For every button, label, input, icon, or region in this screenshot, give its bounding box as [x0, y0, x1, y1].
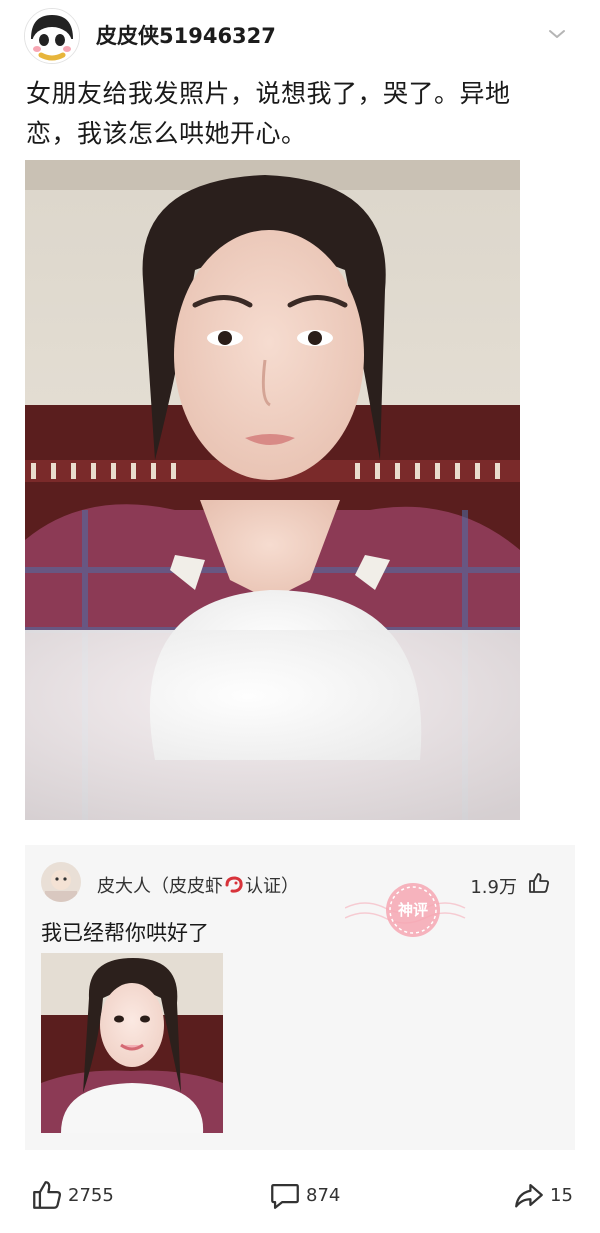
commenter-name-main: 皮大人 [97, 876, 151, 897]
comment-photo[interactable] [41, 953, 223, 1133]
share-count: 15 [550, 1184, 573, 1206]
god-comment-stamp-icon: 神评 [344, 883, 466, 937]
chevron-down-icon[interactable] [545, 22, 569, 46]
like-count: 2755 [68, 1184, 114, 1206]
author-avatar[interactable] [24, 8, 80, 64]
comment-count: 874 [306, 1184, 341, 1206]
commenter-avatar[interactable] [41, 862, 81, 902]
author-name[interactable]: 皮皮侠51946327 [96, 20, 276, 50]
post-header: 皮皮侠51946327 [0, 0, 600, 68]
comment-bubble-icon [271, 1183, 299, 1209]
commenter-avatar-image [41, 862, 81, 902]
commenter-suffix-open: （皮皮虾 [151, 876, 223, 897]
comment-button[interactable]: 874 [268, 1178, 340, 1212]
shrimp-badge-icon [225, 876, 243, 893]
stamp-text: 神评 [398, 901, 428, 919]
comment-like-count: 1.9万 [470, 877, 517, 898]
commenter-name[interactable]: 皮大人（皮皮虾 认证） [97, 872, 299, 898]
post-photo[interactable] [25, 160, 520, 820]
like-button[interactable]: 2755 [30, 1178, 114, 1212]
comment-text: 我已经帮你哄好了 [41, 921, 209, 945]
god-comment-stamp: 神评 [344, 870, 475, 950]
commenter-suffix-close: 认证） [245, 876, 299, 897]
thumbs-up-icon [33, 1181, 61, 1209]
god-comment-card[interactable]: 皮大人（皮皮虾 认证） 神评 1.9万 我已经帮你哄好了 [25, 845, 575, 1150]
selfie-photo-image [25, 160, 520, 820]
edited-selfie-image [41, 953, 223, 1133]
share-arrow-icon [515, 1183, 543, 1208]
post-text: 女朋友给我发照片，说想我了，哭了。异地恋，我该怎么哄她开心。 [26, 79, 511, 148]
cartoon-avatar-icon [25, 9, 79, 63]
share-button[interactable]: 15 [512, 1178, 573, 1212]
thumbs-up-icon[interactable] [527, 871, 551, 895]
